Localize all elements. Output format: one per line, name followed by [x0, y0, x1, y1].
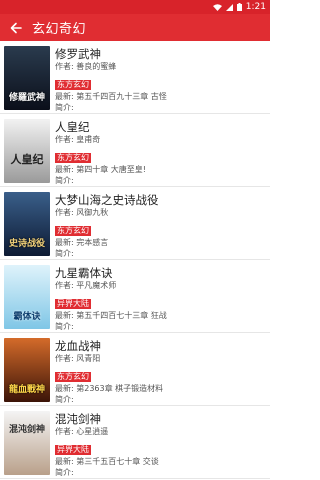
wifi-icon — [212, 3, 222, 11]
book-title: 九星霸体诀 — [55, 266, 113, 280]
book-item[interactable]: 混沌剑神 混沌剑神 作者: 心星逍遥 异界大陆 最新: 第三千五百七十章 交谈 … — [0, 406, 270, 479]
book-author: 作者: 风御九秋 — [55, 208, 109, 217]
arrow-left-icon — [10, 22, 22, 33]
book-item[interactable]: 龍血戰神 龙血战神 作者: 风青阳 东方玄幻 最新: 第2363章 棋子锻造材料… — [0, 333, 270, 406]
cover-title: 龍血戰神 — [8, 385, 45, 395]
book-latest-chapter: 最新: 第五千四百九十三章 古怪 — [55, 92, 167, 101]
cover-title: 修羅武神 — [8, 93, 45, 103]
book-item[interactable]: 史诗战役 大梦山海之史诗战役 作者: 风御九秋 东方玄幻 最新: 完本感言 简介… — [0, 187, 270, 260]
battery-icon — [236, 3, 242, 11]
book-list[interactable]: 修羅武神 修罗武神 作者: 善良的蜜蜂 东方玄幻 最新: 第五千四百九十三章 古… — [0, 41, 270, 480]
book-cover: 人皇纪 — [4, 119, 50, 183]
book-intro: 简介: — [55, 322, 74, 331]
category-tag: 东方玄幻 — [55, 80, 91, 90]
book-intro: 简介: — [55, 395, 74, 404]
category-tag: 东方玄幻 — [55, 153, 91, 163]
book-cover: 修羅武神 — [4, 46, 50, 110]
book-item[interactable]: 霸体诀 九星霸体诀 作者: 平凡魔术师 异界大陆 最新: 第五千四百七十三章 狂… — [0, 260, 270, 333]
cover-title: 人皇纪 — [10, 153, 44, 166]
book-author: 作者: 善良的蜜蜂 — [55, 62, 117, 71]
cover-title: 史诗战役 — [8, 239, 45, 249]
book-intro: 简介: — [55, 468, 74, 477]
book-cover: 史诗战役 — [4, 192, 50, 256]
cover-title: 混沌剑神 — [8, 425, 45, 435]
book-title: 龙血战神 — [55, 339, 101, 353]
book-author: 作者: 风青阳 — [55, 354, 101, 363]
back-button[interactable] — [0, 14, 32, 41]
book-intro: 简介: — [55, 176, 74, 185]
book-intro: 简介: — [55, 249, 74, 258]
book-title: 混沌剑神 — [55, 412, 101, 426]
book-author: 作者: 皇甫奇 — [55, 135, 101, 144]
book-author: 作者: 心星逍遥 — [55, 427, 109, 436]
signal-icon — [225, 3, 233, 11]
book-latest-chapter: 最新: 第2363章 棋子锻造材料 — [55, 384, 164, 393]
status-bar: 1:21 — [0, 0, 270, 14]
book-item[interactable]: 修羅武神 修罗武神 作者: 善良的蜜蜂 东方玄幻 最新: 第五千四百九十三章 古… — [0, 41, 270, 114]
book-title: 人皇纪 — [55, 120, 90, 134]
book-item[interactable]: 人皇纪 人皇纪 作者: 皇甫奇 东方玄幻 最新: 第四十章 大唐至皇! 简介: — [0, 114, 270, 187]
app-bar: 玄幻奇幻 — [0, 14, 270, 41]
book-title: 修罗武神 — [55, 47, 101, 61]
book-latest-chapter: 最新: 第四十章 大唐至皇! — [55, 165, 146, 174]
category-tag: 东方玄幻 — [55, 226, 91, 236]
book-latest-chapter: 最新: 第三千五百七十章 交谈 — [55, 457, 159, 466]
book-latest-chapter: 最新: 第五千四百七十三章 狂战 — [55, 311, 167, 320]
page-title: 玄幻奇幻 — [32, 22, 87, 37]
book-cover: 霸体诀 — [4, 265, 50, 329]
category-tag: 异界大陆 — [55, 299, 91, 309]
book-title: 大梦山海之史诗战役 — [55, 193, 159, 207]
book-latest-chapter: 最新: 完本感言 — [55, 238, 109, 247]
book-intro: 简介: — [55, 103, 74, 112]
book-author: 作者: 平凡魔术师 — [55, 281, 117, 290]
status-time: 1:21 — [245, 2, 266, 12]
cover-title: 霸体诀 — [13, 312, 41, 322]
category-tag: 东方玄幻 — [55, 372, 91, 382]
book-cover: 混沌剑神 — [4, 411, 50, 475]
category-tag: 异界大陆 — [55, 445, 91, 455]
book-cover: 龍血戰神 — [4, 338, 50, 402]
